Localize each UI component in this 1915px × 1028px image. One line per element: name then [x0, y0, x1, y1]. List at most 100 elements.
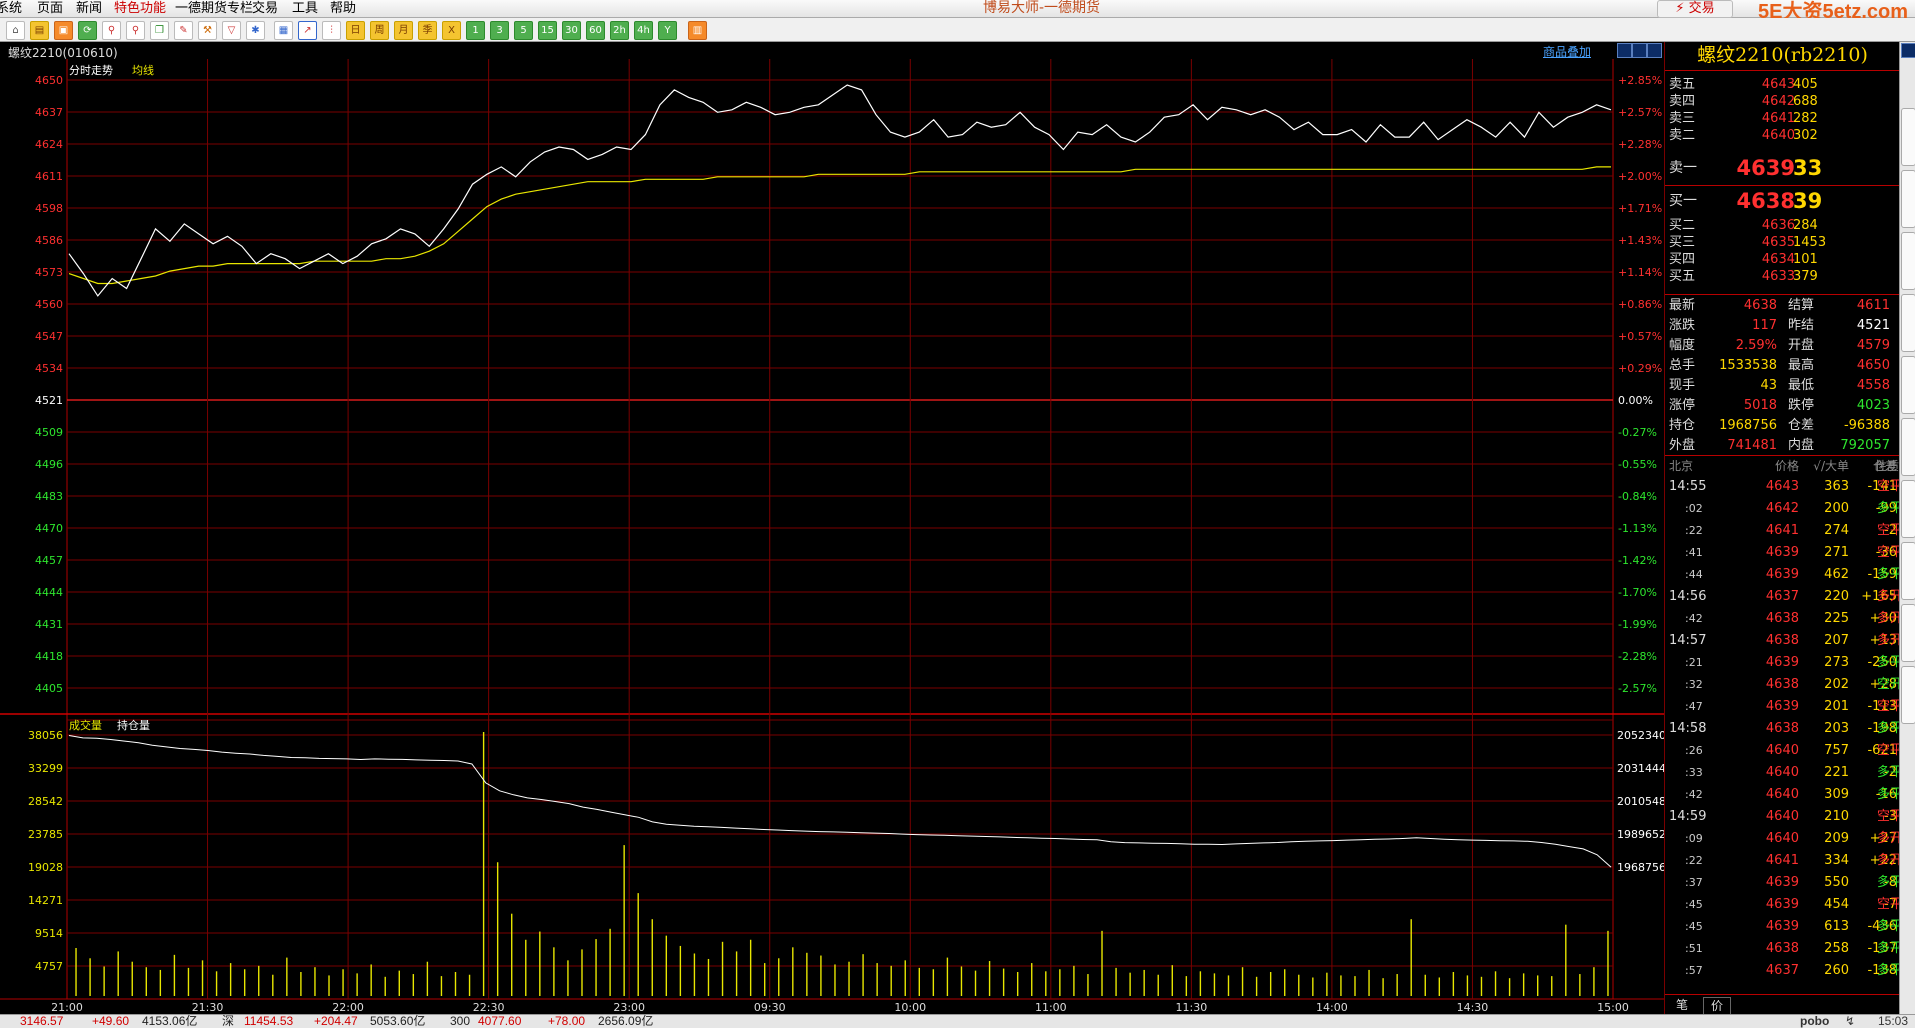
price-tick-label: 4547 — [35, 330, 63, 343]
period-60min[interactable]: 60 — [586, 21, 605, 40]
menu-yide-column[interactable]: 一德期货专栏 — [175, 1, 253, 16]
period-2h[interactable]: 2h — [610, 21, 629, 40]
stat-label: 结算 — [1788, 298, 1815, 313]
stat-label: 跌停 — [1788, 398, 1815, 413]
period-quarter[interactable]: 季 — [418, 21, 437, 40]
period-30min[interactable]: 30 — [562, 21, 581, 40]
tab-ticks[interactable]: 笔 — [1669, 997, 1695, 1013]
trade-price: 4640 — [1765, 809, 1799, 824]
side-tab-8[interactable] — [1901, 542, 1915, 600]
trades-header-nature: 性质 — [1875, 459, 1900, 473]
settings-icon[interactable]: ✱ — [246, 21, 265, 40]
folder-icon[interactable]: ▤ — [30, 21, 49, 40]
tool-icon[interactable]: ⚒ — [198, 21, 217, 40]
price-tick-label: 4637 — [35, 106, 63, 119]
intraday-chart[interactable]: 4650 4637 4624 4611 4598 4586 4573 4560 4547 4534… — [0, 59, 1664, 1014]
filter-icon[interactable]: ▽ — [222, 21, 241, 40]
time-tick-label: 11:00 — [1035, 1001, 1067, 1014]
period-1min[interactable]: 1 — [466, 21, 485, 40]
trades-header: 北京 价格 √/大单 仓差 性质 — [1665, 456, 1900, 476]
bid-row: 买一 4638 39 — [1665, 191, 1900, 212]
trade-price: 4643 — [1765, 479, 1799, 494]
side-tab-4[interactable] — [1901, 294, 1915, 352]
bid-price: 4633 — [1761, 269, 1795, 284]
time-tick-label: 09:30 — [754, 1001, 786, 1014]
trade-price: 4640 — [1765, 743, 1799, 758]
kline-icon[interactable]: ⫶ — [322, 21, 341, 40]
price-tick-label: 4496 — [35, 458, 63, 471]
menu-help[interactable]: 帮助 — [330, 1, 356, 16]
period-year[interactable]: Y — [658, 21, 677, 40]
trade-volume: 221 — [1824, 765, 1849, 780]
side-tab-1[interactable] — [1901, 108, 1915, 166]
menu-page[interactable]: 页面 — [37, 1, 63, 16]
sh-index: 3146.57 — [20, 1014, 64, 1028]
sz-label: 深 — [222, 1014, 235, 1028]
side-tab-2[interactable] — [1901, 170, 1915, 228]
percent-tick-label: -2.28% — [1618, 650, 1657, 663]
bid-row: 买五 4633 379 — [1665, 267, 1900, 287]
open-interest-tick-label: 2031444 — [1617, 762, 1664, 775]
trade-row: :57 4637 260 -138 多平 — [1665, 960, 1903, 982]
stat-label: 仓差 — [1788, 418, 1815, 433]
side-tab-9[interactable] — [1901, 604, 1915, 662]
home-icon[interactable]: ⌂ — [6, 21, 25, 40]
trade-time: 14:56 — [1669, 589, 1707, 604]
stat-label: 昨结 — [1788, 318, 1815, 333]
trade-price: 4639 — [1765, 875, 1799, 890]
stat-label: 最新 — [1669, 298, 1696, 313]
table-icon[interactable]: ▦ — [274, 21, 293, 40]
percent-tick-label: -0.84% — [1618, 490, 1657, 503]
side-tab-6[interactable] — [1901, 418, 1915, 476]
pen-icon[interactable]: ✎ — [174, 21, 193, 40]
trade-price: 4638 — [1765, 677, 1799, 692]
tab-prices[interactable]: 价 — [1703, 997, 1731, 1015]
open-interest-tick-label: 2052340 — [1617, 729, 1664, 742]
chart-area[interactable]: 4650 4637 4624 4611 4598 4586 4573 4560 4547 4534… — [0, 59, 1664, 1014]
period-day[interactable]: 日 — [346, 21, 365, 40]
side-tab-5[interactable] — [1901, 356, 1915, 414]
stat-value: 4611 — [1856, 298, 1890, 313]
window-icon[interactable]: ❐ — [150, 21, 169, 40]
ask-volume: 302 — [1793, 128, 1818, 143]
zoom-in-icon[interactable]: ⚲ — [102, 21, 121, 40]
trades-header-time: 北京 — [1669, 459, 1694, 473]
zoom-out-icon[interactable]: ⚲ — [126, 21, 145, 40]
trade-volume: 200 — [1824, 501, 1849, 516]
period-3min[interactable]: 3 — [490, 21, 509, 40]
period-4h[interactable]: 4h — [634, 21, 653, 40]
commodity-overlay-link[interactable]: 商品叠加 — [1543, 43, 1591, 60]
period-15min[interactable]: 15 — [538, 21, 557, 40]
chart-restore-icon[interactable] — [1617, 43, 1632, 58]
side-tab-7[interactable] — [1901, 480, 1915, 538]
panel-toggle-icon[interactable] — [1901, 43, 1915, 58]
period-x[interactable]: X — [442, 21, 461, 40]
menu-features[interactable]: 特色功能 — [114, 1, 166, 16]
period-month[interactable]: 月 — [394, 21, 413, 40]
percent-tick-label: +0.57% — [1618, 330, 1662, 343]
menu-trade[interactable]: 交易 — [252, 1, 278, 16]
menu-system[interactable]: 系统 — [0, 1, 22, 16]
refresh-icon[interactable]: ⟳ — [78, 21, 97, 40]
chart-next-icon[interactable] — [1647, 43, 1662, 58]
calendar-icon[interactable]: ▥ — [688, 21, 707, 40]
stat-label: 涨跌 — [1669, 318, 1696, 333]
side-tab-3[interactable] — [1901, 232, 1915, 290]
intraday-icon[interactable]: ↗ — [298, 21, 317, 40]
menu-news[interactable]: 新闻 — [76, 1, 102, 16]
chart-prev-icon[interactable] — [1632, 43, 1647, 58]
trade-time: :57 — [1685, 964, 1703, 977]
trade-button[interactable]: ⚡ 交易 — [1657, 0, 1733, 18]
percent-tick-label: +1.43% — [1618, 234, 1662, 247]
period-5min[interactable]: 5 — [514, 21, 533, 40]
percent-tick-label: -0.27% — [1618, 426, 1657, 439]
news-icon[interactable]: ▣ — [54, 21, 73, 40]
volume-tick-label: 14271 — [28, 894, 63, 907]
menu-tools[interactable]: 工具 — [292, 1, 318, 16]
open-interest-tick-label: 2010548 — [1617, 795, 1664, 808]
trade-price: 4638 — [1765, 633, 1799, 648]
period-week[interactable]: 周 — [370, 21, 389, 40]
side-tab-10[interactable] — [1901, 666, 1915, 724]
trade-time: :51 — [1685, 942, 1703, 955]
stat-label: 外盘 — [1669, 438, 1696, 453]
